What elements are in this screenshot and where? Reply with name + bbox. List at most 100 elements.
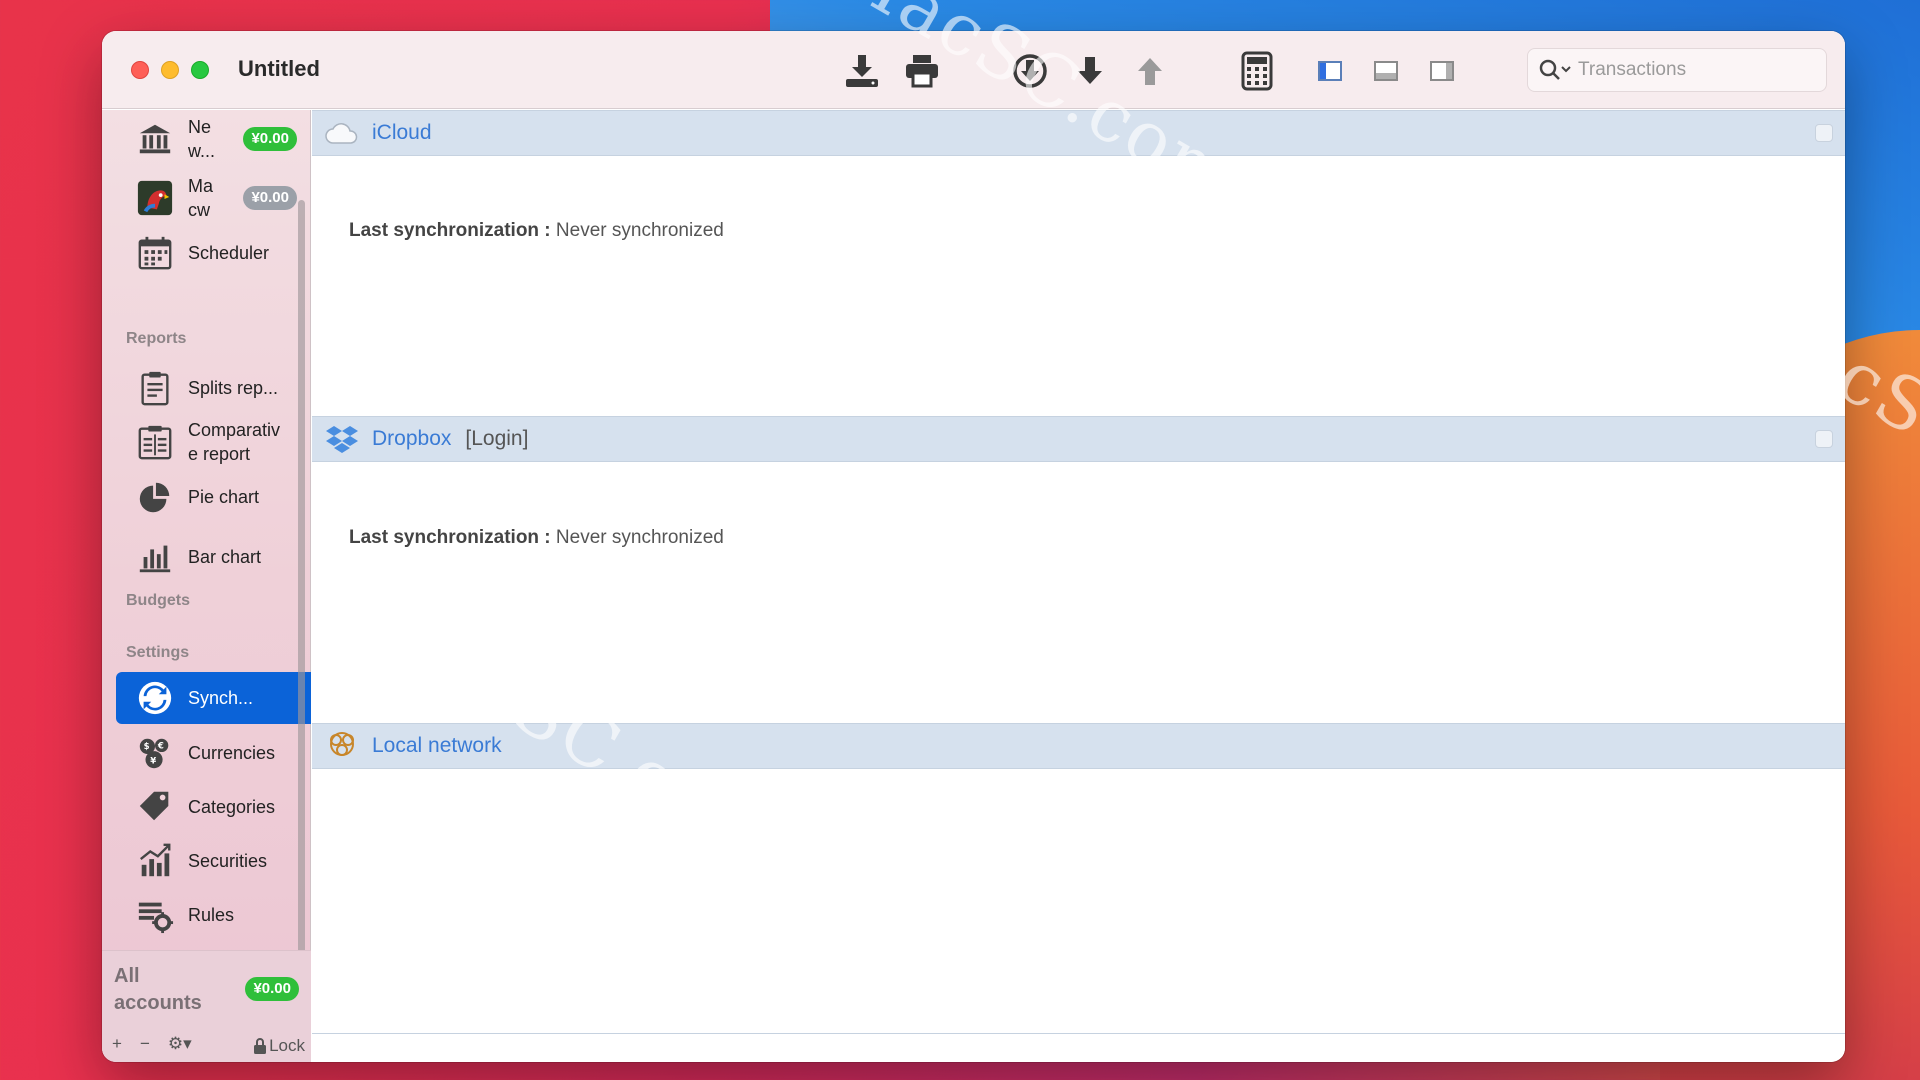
tag-icon: [134, 786, 176, 828]
comparative-report-icon: [134, 421, 176, 463]
bar-chart-icon: [134, 536, 176, 578]
calculator-icon: [1241, 51, 1273, 91]
sync-download-icon: [1013, 54, 1047, 88]
local-network-link[interactable]: Local network: [372, 734, 502, 758]
gear-menu-button[interactable]: ⚙▾: [168, 1034, 192, 1054]
print-button[interactable]: [900, 50, 944, 92]
all-accounts-label[interactable]: All accounts: [114, 963, 224, 1017]
sidebar-item-label: Rules: [188, 905, 235, 925]
svg-text:$: $: [144, 742, 150, 752]
calculator-button[interactable]: [1235, 50, 1279, 92]
arrow-up-button[interactable]: [1128, 50, 1172, 92]
sidebar-footer: All accounts ¥0.00 + − ⚙▾ Lock: [102, 950, 311, 1062]
svg-text:€: €: [157, 741, 164, 751]
minimize-button[interactable]: [161, 61, 179, 79]
icloud-header: iCloud: [312, 110, 1845, 156]
sidebar-item-rules[interactable]: Rules: [116, 891, 311, 939]
sidebar-item-label: Scheduler: [188, 243, 270, 263]
arrow-up-icon: [1138, 58, 1162, 85]
calendar-icon: [134, 232, 176, 274]
content-divider: [312, 1033, 1845, 1034]
sidebar-item-label: Ma cw: [188, 176, 214, 220]
sidebar-right-button[interactable]: [1420, 50, 1464, 92]
icloud-link[interactable]: iCloud: [372, 121, 432, 145]
last-sync-label: Last synchronization :: [349, 527, 551, 548]
sidebar-item-pie-chart[interactable]: Pie chart: [116, 473, 311, 521]
lock-button[interactable]: Lock: [253, 1036, 305, 1056]
sidebar-account-ma[interactable]: Ma cw ¥0.00: [116, 170, 311, 226]
sidebar-item-label: Comparativ e report: [188, 420, 281, 464]
search-field[interactable]: [1527, 48, 1827, 92]
sidebar-item-label: Securities: [188, 851, 268, 871]
sync-download-button[interactable]: [1008, 50, 1052, 92]
pie-chart-icon: [134, 476, 176, 518]
svg-text:¥: ¥: [150, 756, 156, 766]
sidebar: Ne w... ¥0.00 Ma cw ¥0.00 Scheduler Repo…: [102, 110, 311, 1062]
balance-badge: ¥0.00: [243, 186, 297, 210]
sidebar-scrollbar[interactable]: [298, 200, 305, 980]
last-sync-label: Last synchronization :: [349, 220, 551, 241]
parrot-avatar-icon: [134, 177, 176, 219]
panel-bottom-button[interactable]: [1364, 50, 1408, 92]
coins-icon: $ € ¥: [134, 732, 176, 774]
sidebar-item-label: Splits rep...: [188, 378, 279, 398]
titlebar: Untitled: [102, 31, 1845, 109]
dropbox-icon: [322, 421, 362, 457]
section-settings: Settings: [126, 644, 190, 661]
print-icon: [906, 55, 938, 88]
arrow-down-icon: [1078, 57, 1102, 84]
app-window: Untitled Transactions Ne w... ¥0.00 Ma c…: [102, 31, 1845, 1062]
lock-label: Lock: [269, 1036, 305, 1055]
search-input[interactable]: [1578, 59, 1808, 81]
sidebar-item-currencies[interactable]: $ € ¥ Currencies: [116, 729, 311, 777]
balance-badge: ¥0.00: [243, 127, 297, 151]
cloud-icon: [322, 115, 362, 151]
close-button[interactable]: [131, 61, 149, 79]
sync-icon: [134, 677, 176, 719]
sidebar-item-comparative-report[interactable]: Comparativ e report: [116, 414, 311, 470]
last-sync-value: Never synchronized: [555, 527, 724, 548]
sidebar-item-categories[interactable]: Categories: [116, 783, 311, 831]
zoom-button[interactable]: [191, 61, 209, 79]
window-title: Untitled: [238, 56, 320, 81]
sidebar-item-label: Currencies: [188, 743, 276, 763]
sidebar-item-synchronization[interactable]: Synch...: [116, 672, 311, 724]
dropbox-login-link[interactable]: [Login]: [465, 427, 528, 451]
sidebar-item-bar-chart[interactable]: Bar chart: [116, 533, 311, 581]
section-reports: Reports: [126, 330, 187, 347]
icloud-checkbox[interactable]: [1815, 124, 1833, 142]
last-sync-value: Never synchronized: [555, 220, 724, 241]
local-network-header: Local network: [312, 723, 1845, 769]
rules-gear-icon: [134, 894, 176, 936]
dropbox-checkbox[interactable]: [1815, 430, 1833, 448]
sidebar-item-label: Ne w...: [188, 117, 216, 161]
sidebar-item-scheduler[interactable]: Scheduler: [116, 229, 311, 277]
add-account-button[interactable]: +: [112, 1034, 122, 1054]
lock-icon: [254, 1038, 267, 1054]
sidebar-account-new[interactable]: Ne w... ¥0.00: [116, 112, 311, 166]
icloud-last-sync: Last synchronization : Never synchronize…: [349, 220, 724, 242]
sidebar-item-label: Bar chart: [188, 547, 262, 567]
all-accounts-badge: ¥0.00: [245, 977, 299, 1001]
sync-content: iCloud Last synchronization : Never sync…: [312, 110, 1845, 1062]
section-budgets[interactable]: Budgets: [126, 592, 190, 610]
download-button[interactable]: [840, 50, 884, 92]
sidebar-right-icon: [1430, 61, 1454, 81]
sidebar-item-securities[interactable]: Securities: [116, 837, 311, 885]
dropbox-header: Dropbox [Login]: [312, 416, 1845, 462]
sidebar-item-splits-report[interactable]: Splits rep...: [116, 364, 311, 412]
sidebar-left-icon: [1318, 61, 1342, 81]
remove-account-button[interactable]: −: [140, 1034, 150, 1054]
arrow-down-button[interactable]: [1068, 50, 1112, 92]
bank-icon: [134, 118, 176, 160]
local-network-icon: [322, 728, 362, 764]
sidebar-left-button[interactable]: [1308, 50, 1352, 92]
download-icon: [846, 55, 878, 87]
sidebar-item-label: Categories: [188, 797, 276, 817]
search-icon: [1539, 59, 1571, 80]
panel-bottom-icon: [1374, 61, 1398, 81]
sidebar-item-label: Synch...: [188, 688, 254, 708]
stock-chart-icon: [134, 840, 176, 882]
dropbox-link[interactable]: Dropbox: [372, 427, 451, 451]
dropbox-last-sync: Last synchronization : Never synchronize…: [349, 527, 724, 549]
